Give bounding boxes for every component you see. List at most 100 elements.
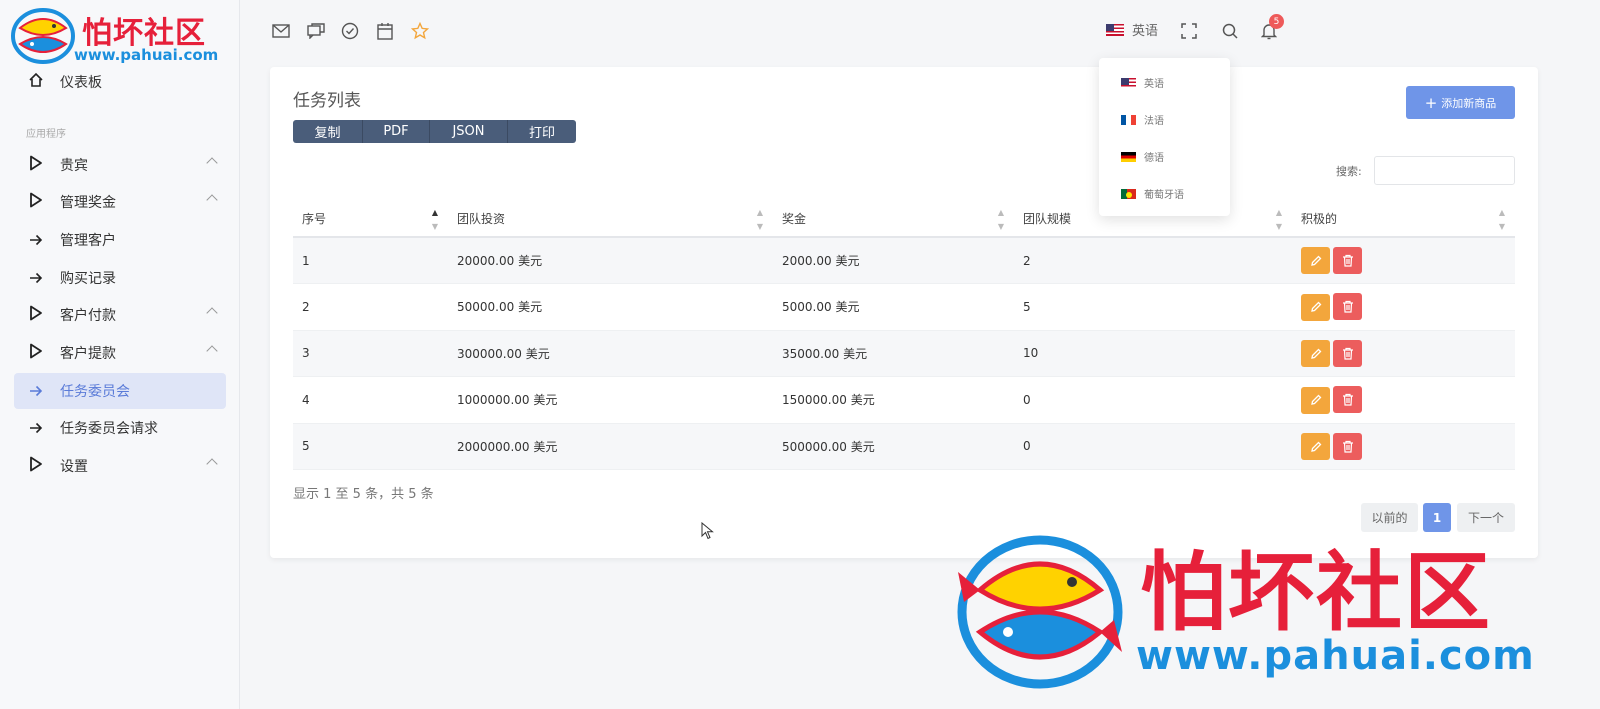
logo-url: www.pahuai.com — [74, 46, 219, 64]
table-cell: 0 — [1014, 376, 1292, 424]
pencil-icon — [1310, 441, 1321, 452]
pencil-icon — [1310, 348, 1321, 359]
pencil-icon — [1310, 301, 1321, 312]
edit-button[interactable] — [1301, 247, 1330, 275]
column-header-bonus[interactable]: 奖金 ▲ ▼ — [773, 200, 1014, 238]
table-cell: 50000.00 美元 — [448, 283, 773, 331]
trash-icon — [1342, 254, 1353, 267]
sort-asc-icon: ▲ — [431, 208, 438, 217]
json-button[interactable]: JSON — [430, 120, 508, 143]
us-flag-icon — [1121, 77, 1136, 88]
calendar-icon[interactable] — [374, 20, 396, 42]
column-header-label: 奖金 — [782, 211, 807, 226]
trash-icon — [1342, 440, 1353, 453]
page-title: 任务列表 — [293, 91, 361, 111]
mail-icon[interactable] — [270, 20, 292, 42]
sidebar-item-label: 购买记录 — [60, 271, 116, 287]
table-cell: 20000.00 美元 — [448, 237, 773, 284]
table-cell: 2 — [1014, 237, 1292, 284]
chevron-up-icon[interactable] — [206, 157, 218, 169]
column-header-index[interactable]: 序号 ▲ ▼ — [293, 200, 448, 238]
sort-asc-icon: ▲ — [997, 208, 1004, 217]
sidebar-item-3[interactable]: 管理客户 — [14, 222, 226, 258]
fullscreen-icon[interactable] — [1178, 20, 1200, 42]
check-circle-icon[interactable] — [339, 20, 361, 42]
sidebar-item-label: 贵宾 — [60, 158, 88, 174]
table-row: 1 20000.00 美元 2000.00 美元 2 — [293, 237, 1515, 284]
sidebar-item-5[interactable]: 客户付款 — [14, 297, 226, 333]
sidebar-item-dashboard[interactable]: 仪表板 — [14, 64, 226, 100]
chevron-up-icon[interactable] — [206, 307, 218, 319]
export-button-group: 复制 PDF JSON 打印 — [293, 120, 576, 143]
sidebar-item-label: 任务委员会 — [60, 384, 130, 400]
sidebar-item-2[interactable]: 管理奖金 — [14, 184, 226, 220]
sort-asc-icon: ▲ — [1275, 208, 1282, 217]
row-actions — [1292, 423, 1515, 470]
logo[interactable]: 怕坏社区 www.pahuai.com — [8, 6, 238, 66]
chevron-up-icon[interactable] — [206, 194, 218, 206]
row-actions — [1292, 237, 1515, 284]
add-item-button[interactable]: + 添加新商品 — [1406, 86, 1515, 119]
delete-button[interactable] — [1333, 432, 1362, 460]
us-flag-icon — [1106, 23, 1124, 36]
pt-flag-icon — [1121, 188, 1136, 199]
print-button[interactable]: 打印 — [508, 120, 576, 143]
language-option-label: 德语 — [1144, 153, 1164, 164]
sidebar-item-6[interactable]: 客户提款 — [14, 335, 226, 371]
table-cell: 1 — [293, 237, 448, 284]
copy-button[interactable]: 复制 — [293, 120, 363, 143]
plus-icon: + — [1424, 93, 1438, 112]
language-option-english[interactable]: 英语 — [1121, 75, 1164, 90]
delete-button[interactable] — [1333, 339, 1362, 367]
language-option-german[interactable]: 德语 — [1121, 149, 1164, 164]
search-icon[interactable] — [1219, 20, 1241, 42]
pdf-button[interactable]: PDF — [363, 120, 430, 143]
table-cell: 2 — [293, 283, 448, 331]
table-row: 2 50000.00 美元 5000.00 美元 5 — [293, 283, 1515, 331]
arrow-right-icon — [26, 382, 46, 401]
row-actions — [1292, 330, 1515, 377]
row-actions — [1292, 283, 1515, 331]
language-option-portuguese[interactable]: 葡萄牙语 — [1121, 186, 1184, 201]
sidebar-item-7[interactable]: 任务委员会 — [14, 373, 226, 409]
table-cell: 2000000.00 美元 — [448, 423, 773, 470]
fr-flag-icon — [1121, 114, 1136, 125]
chevron-up-icon[interactable] — [206, 345, 218, 357]
edit-button[interactable] — [1301, 293, 1330, 321]
sidebar-item-8[interactable]: 任务委员会请求 — [14, 410, 226, 446]
arrow-right-icon — [26, 231, 46, 250]
sidebar-item-9[interactable]: 设置 — [14, 448, 226, 484]
table-cell: 300000.00 美元 — [448, 330, 773, 377]
edit-button[interactable] — [1301, 340, 1330, 367]
edit-button[interactable] — [1301, 386, 1330, 414]
sidebar-item-label: 管理奖金 — [60, 195, 116, 211]
trash-icon — [1342, 300, 1353, 313]
delete-button[interactable] — [1333, 386, 1362, 413]
arrow-right-icon — [26, 419, 46, 438]
chevron-up-icon[interactable] — [206, 458, 218, 470]
star-icon[interactable] — [409, 20, 431, 42]
sidebar-item-label: 任务委员会请求 — [60, 421, 158, 437]
play-icon — [26, 456, 46, 476]
search-label: 搜索: — [1336, 165, 1362, 178]
delete-button[interactable] — [1333, 293, 1362, 320]
column-header-label: 积极的 — [1301, 211, 1338, 226]
fish-logo-icon — [957, 535, 1123, 689]
play-icon — [26, 192, 46, 212]
chat-icon[interactable] — [305, 20, 327, 42]
search-input[interactable] — [1374, 156, 1515, 185]
column-header-active[interactable]: 积极的 ▲ ▼ — [1292, 200, 1515, 238]
language-dropdown: 英语 法语 德语 葡萄牙语 — [1099, 58, 1230, 216]
trash-icon — [1342, 347, 1353, 360]
mouse-cursor-icon — [701, 522, 714, 540]
delete-button[interactable] — [1333, 246, 1362, 274]
edit-button[interactable] — [1301, 433, 1330, 460]
table-cell: 10 — [1014, 330, 1292, 377]
language-switcher[interactable]: 英语 — [1106, 20, 1158, 39]
sidebar-item-label: 客户提款 — [60, 346, 116, 362]
table-info: 显示 1 至 5 条，共 5 条 — [293, 487, 434, 502]
sidebar-item-4[interactable]: 购买记录 — [14, 260, 226, 296]
sidebar-item-1[interactable]: 贵宾 — [14, 147, 226, 183]
language-option-french[interactable]: 法语 — [1121, 112, 1164, 127]
column-header-investment[interactable]: 团队投资 ▲ ▼ — [448, 200, 773, 238]
